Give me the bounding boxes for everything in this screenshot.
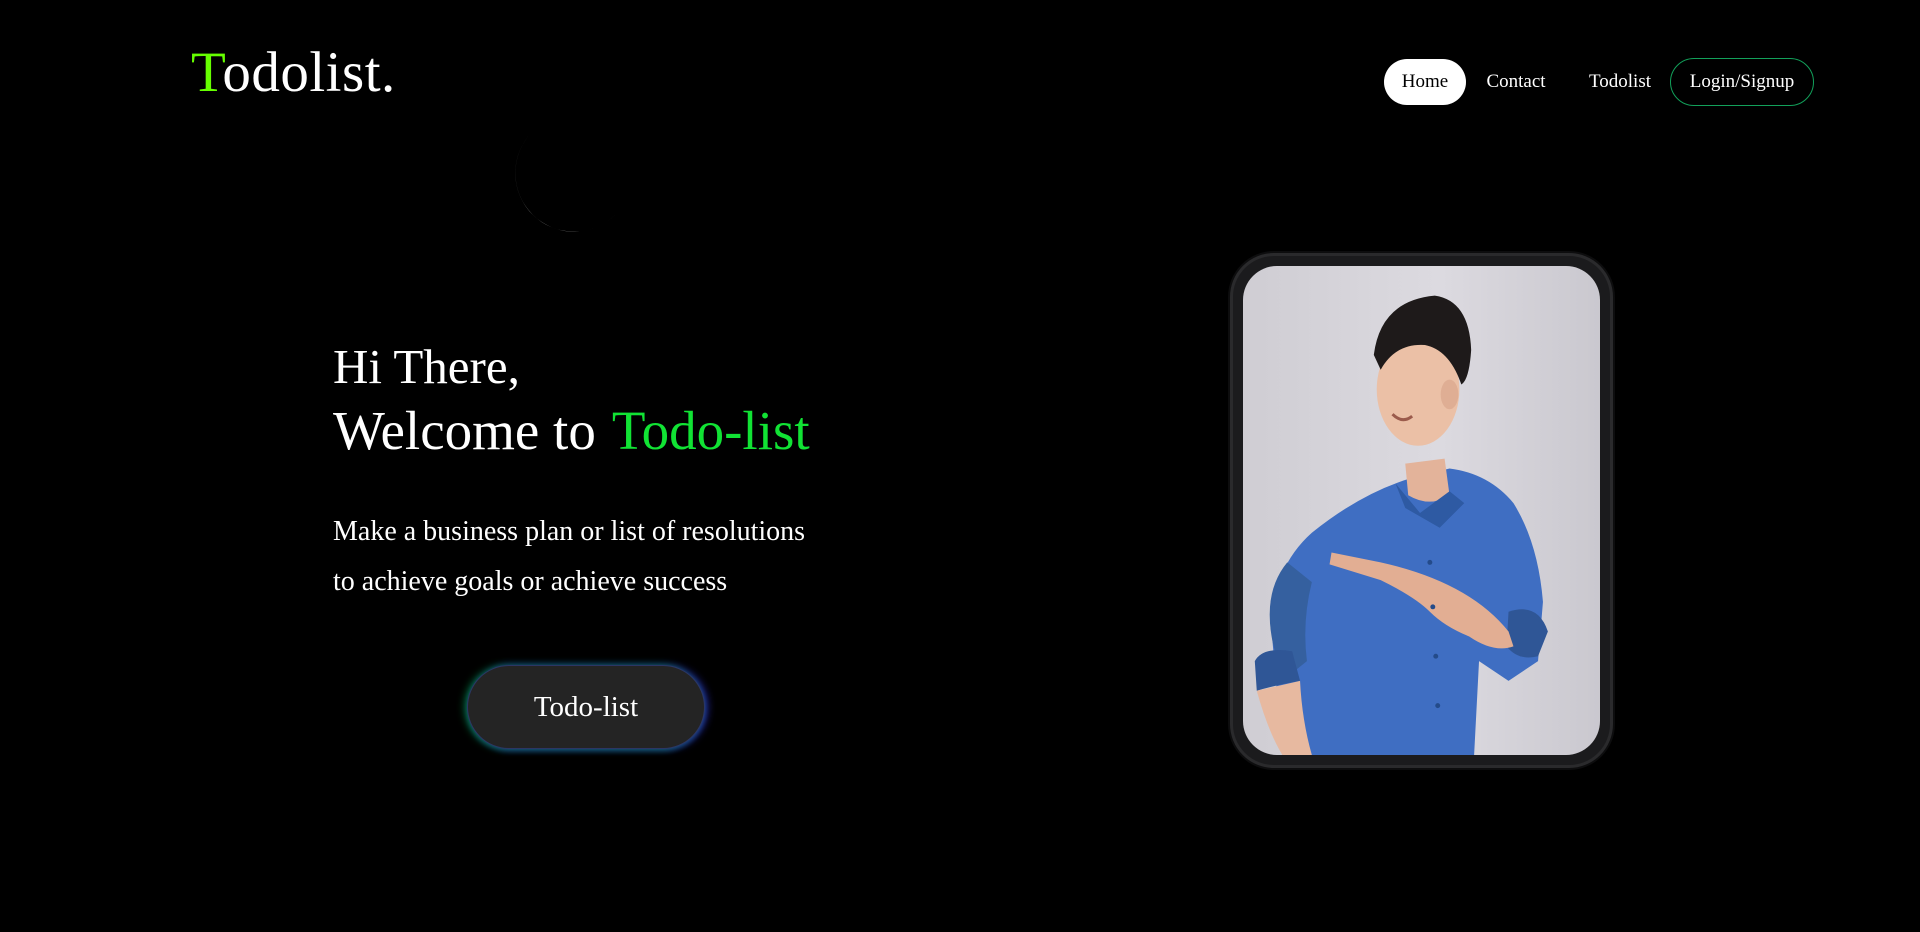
main-nav: Home Contact Todolist Login/Signup: [1384, 58, 1814, 106]
login-signup-button[interactable]: Login/Signup: [1670, 58, 1814, 106]
todo-list-cta-button[interactable]: Todo-list: [467, 665, 705, 749]
nav-todolist-link[interactable]: Todolist: [1580, 59, 1660, 105]
hero-description: Make a business plan or list of resoluti…: [333, 507, 893, 607]
description-line-1: Make a business plan or list of resoluti…: [333, 516, 806, 547]
welcome-heading: Welcome to Todo-list: [333, 397, 893, 465]
landing-page: Todolist. Home Contact Todolist Login/Si…: [0, 0, 1920, 932]
description-line-2: to achieve goals or achieve success: [333, 566, 728, 597]
hero-photo: [1243, 266, 1600, 755]
greeting-heading: Hi There,: [333, 339, 520, 394]
welcome-prefix: Welcome to: [333, 400, 596, 461]
welcome-brand: Todo-list: [611, 400, 810, 461]
moon-icon[interactable]: [498, 130, 618, 250]
logo[interactable]: Todolist.: [191, 44, 396, 101]
logo-rest: odolist.: [222, 41, 396, 104]
nav-home-link[interactable]: Home: [1384, 59, 1466, 105]
hero-section: Hi There, Welcome to Todo-list Make a bus…: [333, 337, 893, 607]
logo-first-letter: T: [191, 41, 223, 104]
hero-photo-frame: [1230, 253, 1613, 768]
nav-contact-link[interactable]: Contact: [1475, 59, 1557, 105]
